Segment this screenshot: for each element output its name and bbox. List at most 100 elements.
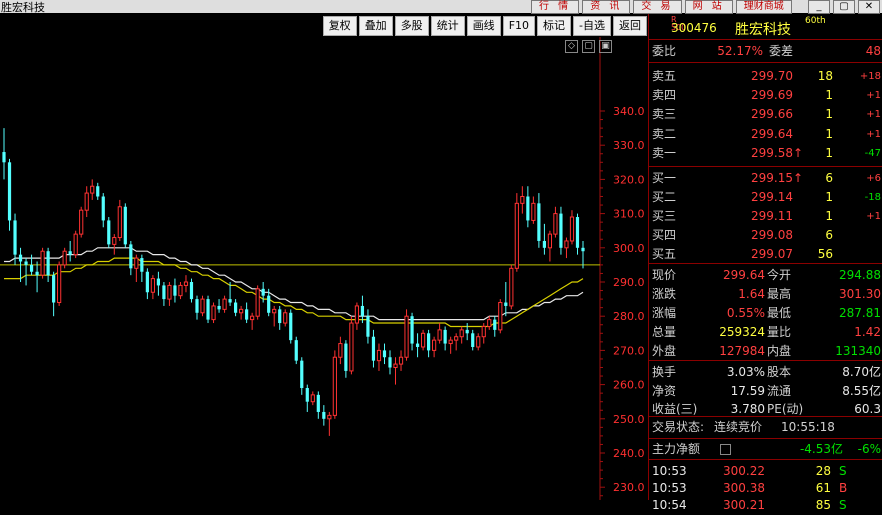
minimize-icon[interactable]: _ [808,0,830,14]
price-tick-label: 280.0 [613,310,645,323]
stat-label: 总量 [652,325,677,339]
stat-label: 最高 [767,287,792,301]
menu-trade[interactable]: 交 易 [633,0,682,14]
multi-stock-button[interactable]: 多股 [394,16,429,36]
stat-value: 259324 [719,325,765,339]
close-icon[interactable]: ✕ [858,0,880,14]
candle-body [371,336,376,361]
candle-body [107,220,111,245]
maximize-chart-icon[interactable]: ▣ [599,40,612,53]
menu-finance-mall[interactable]: 理财商城 [735,0,792,14]
candle-body [52,275,56,303]
price-tick-label: 290.0 [613,276,645,289]
candle-body [7,162,12,221]
divider [649,62,882,63]
restore-rights-button[interactable]: 复权 [322,16,357,36]
buy-volume: 6 [825,228,833,242]
candle-body [443,329,447,344]
buy-change: +6 [866,173,881,184]
buy-price: 299.14 [751,190,793,204]
stats2-row: 净资 17.59 流通 8.55亿 [649,382,882,401]
menu-website[interactable]: 网 站 [684,0,733,14]
info-icon[interactable] [720,444,731,455]
sell-row-4: 卖四 299.69 1 +1 [649,86,882,105]
sell-price: 299.66 [751,107,793,122]
candle-body [393,363,398,368]
candle-body [250,315,255,321]
candle-body [278,309,282,324]
restore-icon[interactable]: ▢ [582,40,595,53]
stat-value: 287.81 [839,306,881,320]
candle-body [129,244,133,269]
stat-label: 最低 [767,306,792,320]
window-controls: _ ▢ ✕ [808,0,882,14]
menu-quotes[interactable]: 行 情 [531,0,580,14]
stats-row: 涨幅 0.55% 最低 287.81 [649,304,882,323]
price-tick-label: 270.0 [613,344,645,357]
candle-body [156,278,160,286]
candle-body [459,329,464,338]
maximize-icon[interactable]: ▢ [833,0,855,14]
price-tick-label: 300.0 [613,242,645,255]
sell-row-2: 卖二 299.64 1 +1 [649,125,882,144]
menu-news[interactable]: 资 讯 [582,0,631,14]
price-tick-label: 260.0 [613,379,645,392]
buy-row-5: 买五 299.07 56 [649,245,882,264]
candle-body [272,308,277,314]
price-tick-label: 330.0 [613,139,645,152]
candle-body [366,316,370,337]
chart-svg: 340.0 330.0 320.0 310.0 300.0 290.0 280.0 270.0… [0,37,645,514]
candle-body [504,302,508,306]
divider [649,438,882,439]
sell-change: -47 [864,147,881,159]
sell-volume: 1 [825,126,833,141]
stock-code: 300476 [671,21,717,35]
sell-volume: 1 [825,88,833,103]
candle-body [117,206,122,239]
tick-price: 300.21 [723,498,765,512]
candle-body [376,349,382,362]
sell-row-1: 卖一 299.58 ↑ 1 -47 [649,144,882,163]
candle-body [553,213,558,235]
candle-body [173,285,177,296]
candle-body [183,281,189,286]
candle-body [415,343,420,347]
candle-body [481,325,486,338]
f10-button[interactable]: F10 [502,16,536,36]
candlestick-chart[interactable]: 340.0 330.0 320.0 310.0 300.0 290.0 280.0 270.0… [0,37,647,514]
candle-body [410,316,414,344]
sell-price: 299.58 [751,145,793,160]
stat-value: 3.03% [726,365,765,379]
diamond-icon[interactable]: ◇ [565,40,578,53]
remove-watchlist-button[interactable]: -自选 [573,16,611,36]
candle-body [537,203,541,241]
divider [649,166,882,167]
sell-price: 299.64 [751,126,793,141]
mark-button[interactable]: 标记 [537,16,572,36]
candle-body [448,339,453,345]
tick-time: 10:54 [652,498,687,512]
candle-body [123,206,127,245]
statistics-button[interactable]: 统计 [430,16,465,36]
draw-line-button[interactable]: 画线 [466,16,501,36]
sell-price: 299.70 [751,69,793,83]
stat-value: 301.30 [839,287,881,301]
candle-body [2,152,6,163]
candle-body [101,196,105,221]
sell-row-3: 卖三 299.66 1 +1 [649,105,882,124]
divider [649,459,882,460]
candle-body [427,333,431,351]
stock-period: 60th [805,16,826,26]
overlay-button[interactable]: 叠加 [358,16,393,36]
up-arrow-icon: ↑ [793,145,804,160]
candle-body [217,305,221,310]
stat-value: 1.64 [738,287,765,301]
main-flow-pct: -6% [857,442,881,456]
back-button[interactable]: 返回 [613,16,647,36]
buy-row-4: 买四 299.08 6 [649,226,882,245]
candle-body [140,258,144,272]
candle-body [200,298,205,314]
top-menu: 行 情 资 讯 交 易 网 站 理财商城 [531,0,795,14]
trade-time: 10:55:18 [781,420,835,434]
candle-body [327,414,332,420]
